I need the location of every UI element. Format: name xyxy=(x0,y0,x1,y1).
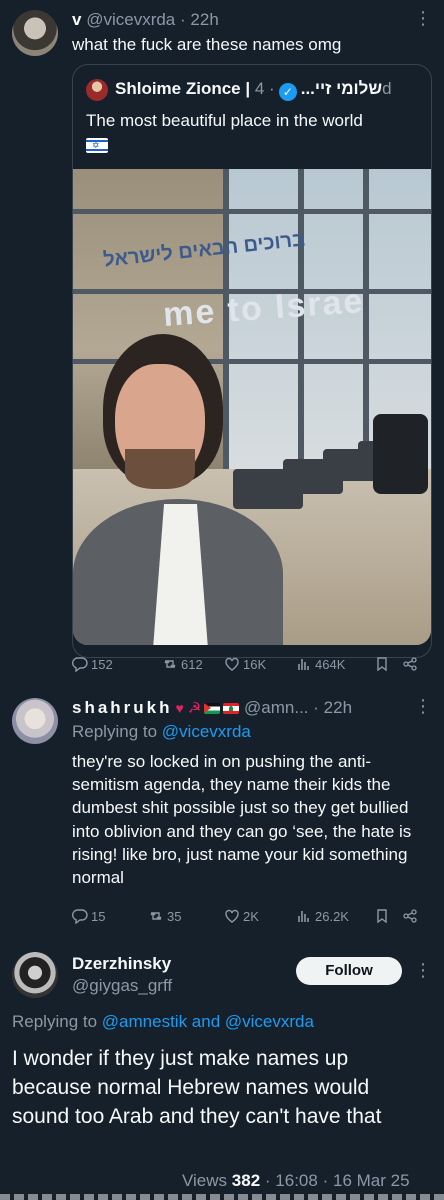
views-count[interactable]: 382 xyxy=(232,1171,260,1190)
author-name[interactable]: v xyxy=(72,10,81,29)
reply-count: 152 xyxy=(91,656,113,672)
repost-count: 35 xyxy=(167,908,182,924)
tweet-date[interactable]: 16 Mar 25 xyxy=(333,1171,410,1190)
views-count: 464K xyxy=(315,656,346,672)
reply-mention-link[interactable]: @vicevxrda xyxy=(162,722,251,741)
author-handle[interactable]: @giygas_grff xyxy=(72,976,172,996)
avatar[interactable] xyxy=(12,698,58,744)
tweet-text: they're so locked in on pushing the anti… xyxy=(72,752,412,888)
verified-badge-icon: ✓ xyxy=(278,83,297,101)
views-icon xyxy=(296,656,312,672)
reply-button[interactable]: 152 xyxy=(72,656,113,673)
palestine-flag-icon xyxy=(204,703,221,714)
reply-mention-link[interactable]: @amnestik and @vicevxrda xyxy=(102,1012,314,1031)
views-count: 26.2K xyxy=(315,908,349,924)
author-handle[interactable]: @vicevxrda xyxy=(86,10,175,29)
quoted-author-name[interactable]: Shloime Zionce | שלומי זיי... xyxy=(115,79,382,98)
tweet-time[interactable]: 22h xyxy=(190,10,218,29)
tweet-header: v @vicevxrda · 22h xyxy=(72,10,219,29)
lebanon-flag-icon xyxy=(223,703,240,714)
bookmark-button[interactable] xyxy=(374,656,390,672)
hammer-sickle-icon: ☭ xyxy=(187,700,202,717)
repost-button[interactable]: 612 xyxy=(162,656,203,672)
bookmark-icon xyxy=(374,908,390,924)
reply-icon xyxy=(72,908,88,925)
like-count: 2K xyxy=(243,908,259,924)
more-options-icon[interactable]: ⋮ xyxy=(414,696,432,717)
avatar[interactable] xyxy=(12,10,58,56)
replying-to: Replying to @amnestik and @vicevxrda xyxy=(12,1012,314,1031)
views-button[interactable]: 26.2K xyxy=(296,908,349,924)
photo-person-beard xyxy=(125,449,195,489)
author-handle[interactable]: @amn... xyxy=(244,698,309,717)
like-button[interactable]: 2K xyxy=(224,908,259,924)
more-options-icon[interactable]: ⋮ xyxy=(414,960,432,981)
tweet-header: shahrukh ♥ ☭ @amn... · 22h xyxy=(72,698,353,717)
bookmark-icon xyxy=(374,656,390,672)
photo-background-people xyxy=(373,414,428,494)
repost-count: 612 xyxy=(181,656,203,672)
tweet-meta: Views 382 · 16:08 · 16 Mar 25 xyxy=(182,1171,410,1190)
replying-to: Replying to @vicevxrda xyxy=(72,722,251,741)
author-name[interactable]: Dzerzhinsky xyxy=(72,954,171,974)
more-options-icon[interactable]: ⋮ xyxy=(414,8,432,29)
views-icon xyxy=(296,908,312,924)
photo-mullion xyxy=(73,209,431,214)
follow-button[interactable]: Follow xyxy=(296,957,402,985)
quoted-text: The most beautiful place in the world xyxy=(86,111,363,130)
tweet-time[interactable]: 22h xyxy=(324,698,352,717)
bookmark-button[interactable] xyxy=(374,908,390,924)
share-icon xyxy=(402,908,418,924)
share-button[interactable] xyxy=(402,656,418,672)
quoted-avatar[interactable] xyxy=(86,79,108,101)
tweet-text: what the fuck are these names omg xyxy=(72,35,342,54)
tweet-actions: 152 612 16K 464K xyxy=(72,656,432,676)
like-count: 16K xyxy=(243,656,267,672)
tweet-text: I wonder if they just make names up beca… xyxy=(12,1047,382,1128)
repost-icon xyxy=(162,656,178,672)
repost-icon xyxy=(148,908,164,924)
tweet-photo[interactable]: ברוכים הבאים לישראל me to Israe xyxy=(73,169,431,645)
quoted-header: Shloime Zionce | שלומי זיי...✓· 4d xyxy=(115,79,392,101)
avatar[interactable] xyxy=(12,952,58,998)
red-heart-icon: ♥ xyxy=(175,700,184,716)
share-icon xyxy=(402,656,418,672)
heart-icon xyxy=(224,656,240,672)
reply-button[interactable]: 15 xyxy=(72,908,106,925)
cropped-next-content xyxy=(0,1194,444,1200)
heart-icon xyxy=(224,908,240,924)
repost-button[interactable]: 35 xyxy=(148,908,181,924)
share-button[interactable] xyxy=(402,908,418,924)
author-name[interactable]: shahrukh xyxy=(72,698,173,717)
reply-icon xyxy=(72,656,88,673)
like-button[interactable]: 16K xyxy=(224,656,266,672)
tweet-actions: 15 35 2K 26.2K xyxy=(72,908,432,928)
reply-count: 15 xyxy=(91,908,106,924)
photo-mullion xyxy=(298,169,304,489)
quoted-tweet[interactable]: Shloime Zionce | שלומי זיי...✓· 4d The m… xyxy=(72,64,432,658)
israel-flag-icon: ✡ xyxy=(86,138,108,153)
views-button[interactable]: 464K xyxy=(296,656,345,672)
tweet-time[interactable]: 16:08 xyxy=(275,1171,318,1190)
